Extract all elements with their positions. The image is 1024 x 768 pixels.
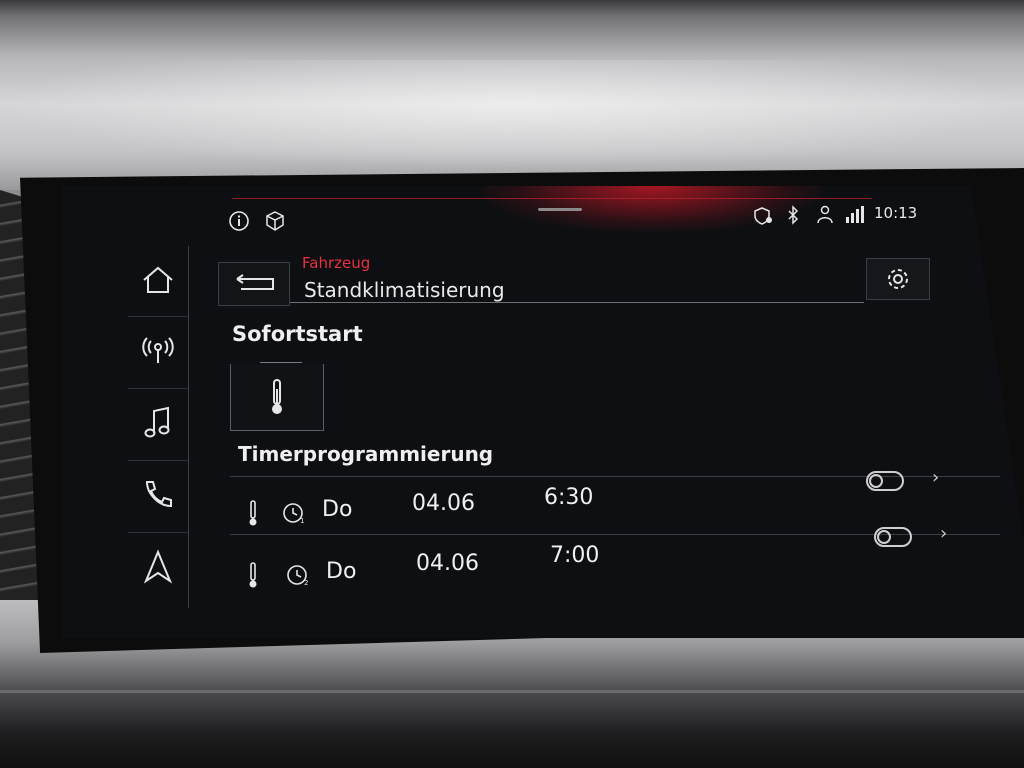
sofortstart-heading: Sofortstart — [232, 322, 363, 346]
timer-toggle[interactable] — [874, 527, 912, 547]
sidebar-item-media[interactable] — [128, 388, 188, 457]
back-arrow-icon — [236, 274, 274, 290]
clock: 10:13 — [874, 204, 918, 222]
clock-1-icon: 1 — [283, 503, 304, 525]
infotainment-screen: 10:13 Fahrzeug Standklimatisierung Sofor… — [62, 186, 1024, 638]
cube-icon[interactable] — [264, 210, 286, 237]
timer-time: 6:30 — [544, 485, 594, 510]
music-note-icon — [144, 406, 170, 438]
timer-day: Do — [326, 559, 357, 584]
svg-text:1: 1 — [300, 517, 304, 525]
timer-toggle[interactable] — [866, 471, 904, 491]
pull-down-handle[interactable] — [538, 208, 582, 211]
shield-location-icon — [752, 206, 776, 231]
timer-date: 04.06 — [416, 551, 479, 576]
timer-row-2[interactable]: 2 Do 04.06 7:00 › — [230, 523, 1000, 593]
sidebar-item-home[interactable] — [128, 246, 188, 314]
navigation-arrow-icon — [143, 549, 173, 584]
thermometer-icon — [272, 379, 282, 414]
thermometer-icon — [249, 562, 257, 588]
chevron-right-icon[interactable]: › — [932, 467, 939, 488]
breadcrumb[interactable]: Fahrzeug — [302, 254, 370, 272]
timer-time: 7:00 — [550, 543, 600, 568]
gear-icon — [888, 269, 908, 289]
bluetooth-icon — [786, 205, 800, 230]
clock-2-icon: 2 — [287, 565, 308, 587]
data-signal-icon — [844, 204, 866, 231]
sidebar-item-phone[interactable] — [128, 460, 188, 529]
radio-antenna-icon — [142, 337, 174, 363]
sidebar-item-navigation[interactable] — [128, 532, 188, 601]
settings-button[interactable] — [866, 258, 930, 300]
page-title: Standklimatisierung — [304, 278, 505, 302]
svg-text:2: 2 — [304, 579, 308, 587]
timer-date: 04.06 — [412, 491, 475, 516]
sidebar — [128, 246, 189, 608]
thermometer-icon — [249, 500, 257, 526]
info-icon[interactable] — [228, 210, 250, 237]
sofortstart-climate-button[interactable] — [230, 364, 324, 431]
dashboard-trim — [0, 690, 1024, 693]
back-button[interactable] — [218, 262, 290, 306]
home-icon — [143, 266, 173, 293]
timer-day: Do — [322, 497, 353, 522]
tile-indicator — [260, 362, 302, 363]
dashboard-reflection — [0, 60, 1024, 170]
sidebar-item-radio[interactable] — [128, 316, 188, 385]
status-line — [232, 198, 872, 199]
timer-heading: Timerprogrammierung — [238, 442, 494, 466]
chevron-right-icon[interactable]: › — [940, 523, 947, 544]
person-signal-icon — [814, 204, 836, 231]
phone-icon — [145, 481, 172, 508]
